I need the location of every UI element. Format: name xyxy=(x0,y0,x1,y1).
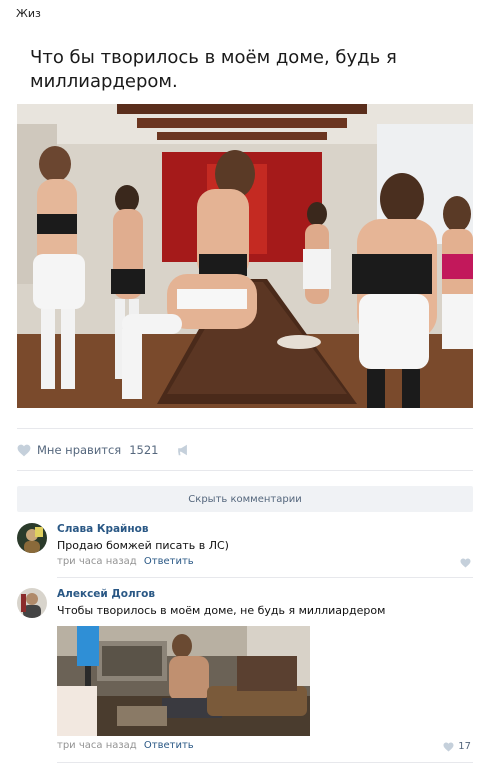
comment-time[interactable]: три часа назад xyxy=(57,556,137,567)
heart-icon[interactable] xyxy=(17,444,31,457)
group-name[interactable]: Жиз xyxy=(16,7,41,20)
reply-button[interactable]: Ответить xyxy=(144,740,194,751)
comment-like-count[interactable]: 17 xyxy=(458,741,471,752)
comment-photo[interactable] xyxy=(57,626,310,736)
avatar[interactable] xyxy=(17,588,47,618)
heart-icon[interactable] xyxy=(443,741,454,752)
comment-item: Слава Крайнов Продаю бомжей писать в ЛС)… xyxy=(17,523,473,573)
hide-comments-button[interactable]: Скрыть комментарии xyxy=(17,486,473,512)
comment-author[interactable]: Слава Крайнов xyxy=(57,523,149,535)
like-count[interactable]: 1521 xyxy=(129,443,158,457)
heart-icon[interactable] xyxy=(460,558,471,568)
post-actions: Мне нравится 1521 xyxy=(17,441,191,459)
comment-time[interactable]: три часа назад xyxy=(57,740,137,751)
reply-button[interactable]: Ответить xyxy=(144,556,194,567)
comment-divider xyxy=(57,577,473,578)
comment-like[interactable] xyxy=(460,558,471,568)
avatar[interactable] xyxy=(17,523,47,553)
comment-author[interactable]: Алексей Долгов xyxy=(57,588,155,600)
comment-divider xyxy=(57,762,473,763)
comment-item: Алексей Долгов Чтобы творилось в моём до… xyxy=(17,588,473,758)
post-divider xyxy=(17,428,473,429)
comment-photo-illustration xyxy=(57,626,310,736)
comment-like[interactable]: 17 xyxy=(443,741,471,752)
avatar-image xyxy=(17,523,47,553)
comment-text: Продаю бомжей писать в ЛС) xyxy=(57,539,229,552)
avatar-image xyxy=(17,588,47,618)
actions-divider xyxy=(17,470,473,471)
comment-meta: три часа назад Ответить xyxy=(57,740,194,751)
post-photo-illustration xyxy=(17,104,473,408)
like-button-label[interactable]: Мне нравится xyxy=(37,443,121,457)
megaphone-icon[interactable] xyxy=(177,444,191,456)
comment-text: Чтобы творилось в моём доме, не будь я м… xyxy=(57,604,386,617)
post-photo[interactable] xyxy=(17,104,473,408)
comment-meta: три часа назад Ответить xyxy=(57,556,194,567)
post-text: Что бы творилось в моём доме, будь я мил… xyxy=(30,47,397,92)
